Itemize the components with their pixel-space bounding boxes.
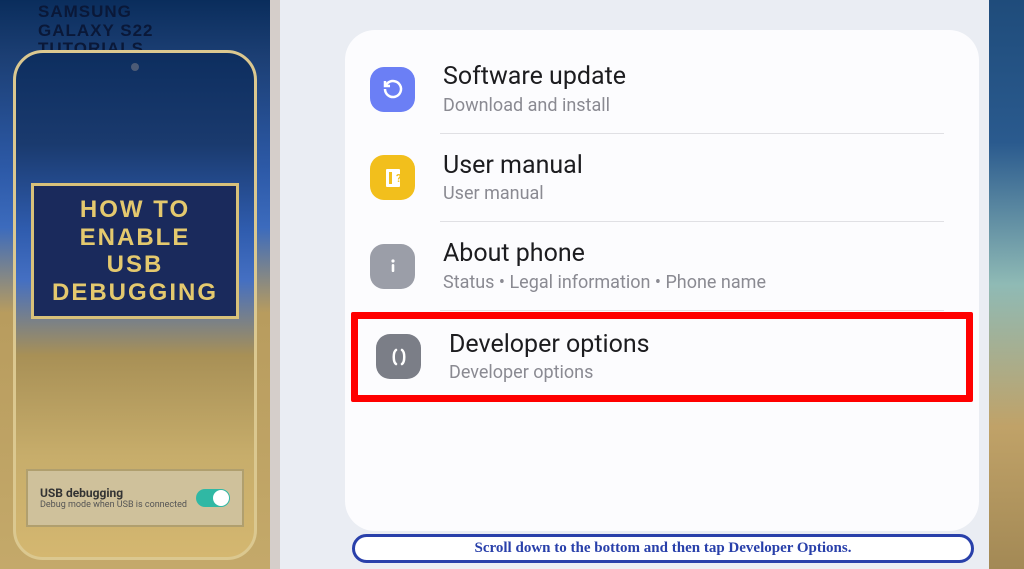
row-subtitle: User manual xyxy=(443,183,583,204)
usb-text: USB debugging Debug mode when USB is con… xyxy=(40,486,187,510)
usb-toggle[interactable] xyxy=(196,489,230,507)
row-subtitle: Download and install xyxy=(443,95,626,116)
phone-frame: HOW TO ENABLE USB DEBUGGING USB debuggin… xyxy=(13,50,257,560)
row-text: Developer options Developer options xyxy=(449,331,650,384)
usb-title: USB debugging xyxy=(40,486,187,500)
brand-text: SAMSUNG xyxy=(38,3,250,22)
decorative-strip xyxy=(989,0,1024,569)
title-line: ENABLE xyxy=(39,224,231,252)
row-title: About phone xyxy=(443,240,766,268)
instruction-caption: Scroll down to the bottom and then tap D… xyxy=(352,534,974,563)
manual-icon: ? xyxy=(370,155,415,200)
row-text: User manual User manual xyxy=(443,152,583,205)
refresh-icon xyxy=(370,67,415,112)
title-line: DEBUGGING xyxy=(39,279,231,307)
title-line: HOW TO xyxy=(39,196,231,224)
settings-item-developer-options[interactable]: Developer options Developer options xyxy=(351,312,973,403)
settings-item-software-update[interactable]: Software update Download and install xyxy=(345,45,979,134)
svg-text:?: ? xyxy=(396,172,402,185)
settings-item-user-manual[interactable]: ? User manual User manual xyxy=(345,134,979,223)
usb-debugging-card[interactable]: USB debugging Debug mode when USB is con… xyxy=(26,469,244,527)
tutorial-sidebar: SAMSUNG GALAXY S22 TUTORIALS HOW TO ENAB… xyxy=(0,0,270,569)
settings-card: Software update Download and install ? U… xyxy=(345,30,979,531)
developer-icon xyxy=(376,334,421,379)
settings-panel: Software update Download and install ? U… xyxy=(280,0,1024,569)
row-title: Developer options xyxy=(449,331,650,359)
row-text: About phone Status • Legal information •… xyxy=(443,240,766,293)
title-line: USB xyxy=(39,251,231,279)
settings-item-about-phone[interactable]: About phone Status • Legal information •… xyxy=(345,222,979,311)
toggle-knob xyxy=(213,490,229,506)
usb-subtitle: Debug mode when USB is connected xyxy=(40,500,187,510)
phone-camera-notch xyxy=(131,63,139,71)
row-title: Software update xyxy=(443,63,626,91)
row-subtitle: Status • Legal information • Phone name xyxy=(443,272,766,293)
row-title: User manual xyxy=(443,152,583,180)
row-subtitle: Developer options xyxy=(449,362,650,383)
info-icon xyxy=(370,244,415,289)
tutorial-title-box: HOW TO ENABLE USB DEBUGGING xyxy=(31,183,239,319)
row-text: Software update Download and install xyxy=(443,63,626,116)
